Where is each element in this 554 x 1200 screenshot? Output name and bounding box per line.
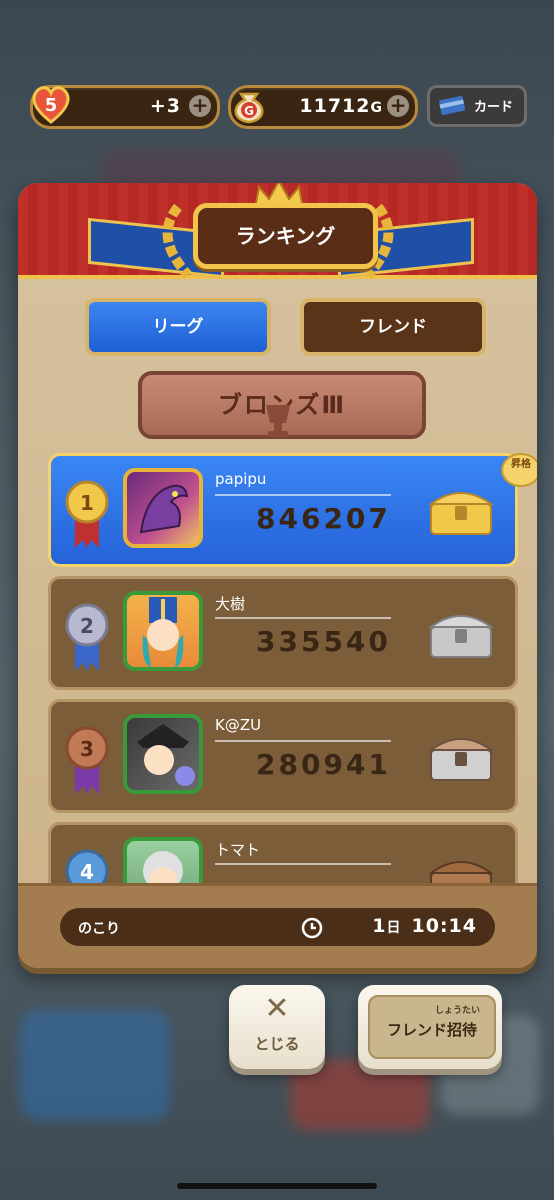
svg-text:G: G [244,104,254,118]
avatar[interactable] [123,591,203,671]
remaining-time-bar: のこり 1日 10:14 [60,908,495,946]
panel-title: ランキング [193,203,378,269]
divider [215,863,391,865]
rank-number: 2 [80,614,94,638]
gold-counter[interactable]: G 11712G + [228,85,418,129]
rank-number: 4 [80,860,94,884]
trophy-icon [266,405,290,437]
invite-friend-button[interactable]: しょうたい フレンド招待 [358,985,502,1069]
gold-medal-icon: 1 [65,480,109,548]
card-label: カード [474,100,514,115]
money-bag-icon: G [234,92,264,124]
avatar[interactable] [123,468,203,548]
promotion-badge: 昇格 [501,453,537,487]
leaderboard-row[interactable]: 1 papipu 846207 [48,453,518,567]
leaderboard-row[interactable]: 3 K@ZU 280941 [48,699,518,813]
leaderboard-row[interactable]: 2 大樹 335540 [48,576,518,690]
hearts-bonus: +3 [149,95,181,117]
days-unit: 日 [386,920,402,936]
panel-footer: のこり 1日 10:14 [18,883,537,968]
avatar[interactable] [123,714,203,794]
background-scenery [20,1010,170,1120]
remaining-days: 1 [372,915,387,937]
close-label: とじる [254,1035,300,1053]
gold-unit: G [370,100,383,116]
divider [215,740,391,742]
silver-chest-icon [427,738,495,781]
heart-icon: 5 [32,86,70,124]
home-indicator[interactable] [177,1183,377,1189]
card-icon [439,96,466,115]
divider [215,494,391,496]
priest-avatar-icon [142,597,184,667]
player-name: 大樹 [215,595,246,613]
close-icon: ✕ [264,991,290,1026]
bronze-medal-icon: 3 [65,726,109,794]
tab-league[interactable]: リーグ [85,298,271,356]
tab-friend[interactable]: フレンド [300,298,486,356]
rank-number: 1 [80,491,94,515]
rank-number: 3 [80,737,94,761]
dragon-avatar-icon [139,484,189,534]
invite-label: フレンド招待 [386,1021,477,1039]
gold-chest-icon [427,492,495,535]
hearts-count: 5 [45,95,58,116]
card-button[interactable]: カード [427,85,527,127]
remaining-label: のこり [78,921,120,937]
remaining-time: 10:14 [411,915,477,937]
player-name: papipu [215,470,267,488]
hearts-counter[interactable]: 5 +3 + [30,85,220,129]
silver-medal-icon: 2 [65,603,109,671]
invite-ruby: しょうたい [434,1006,480,1016]
player-score: 335540 [256,625,391,658]
player-name: K@ZU [215,716,262,734]
player-score: 846207 [256,502,391,535]
clock-icon [301,917,323,939]
background-scenery [290,1060,430,1130]
invite-button-face: しょうたい フレンド招待 [368,995,496,1059]
divider [215,617,391,619]
warrior-avatar-icon [137,724,195,786]
ranking-panel: ランキング リーグ フレンド ブロンズⅢ 1 papipu 846207 [18,183,537,968]
promotion-label: 昇格 [511,459,531,470]
gold-amount: 11712 [299,95,371,117]
player-score: 280941 [256,748,391,781]
add-hearts-button[interactable]: + [189,95,211,117]
silver-chest-icon [427,615,495,658]
player-name: トマト [215,841,261,859]
close-button[interactable]: ✕ とじる [229,985,325,1069]
add-gold-button[interactable]: + [387,95,409,117]
